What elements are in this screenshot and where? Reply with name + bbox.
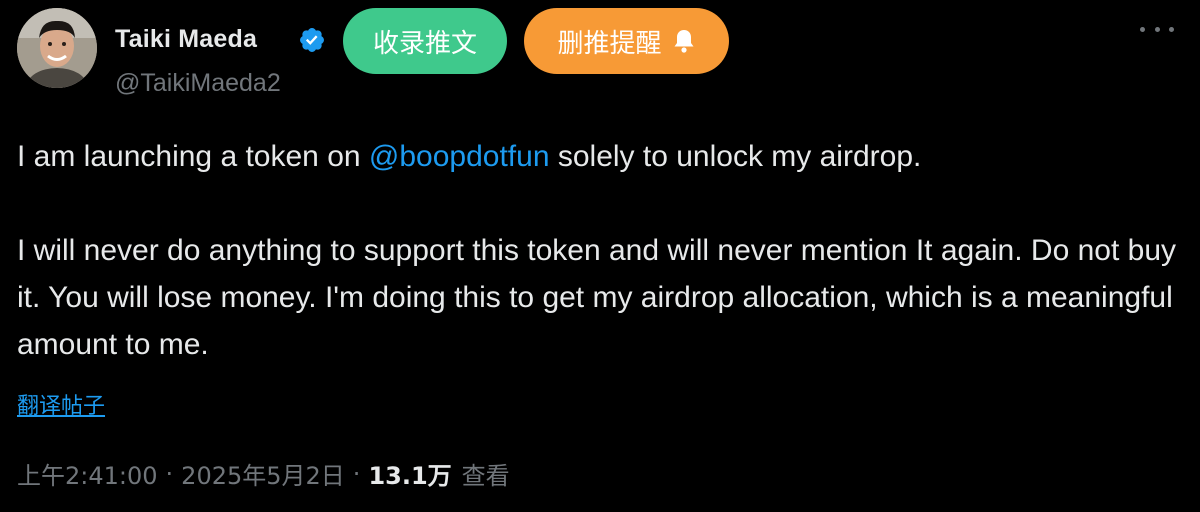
views-count[interactable]: 13.1万 [368,456,451,491]
tweet-paragraph-2: I will never do anything to support this… [17,234,1176,361]
views-label: 查看 [461,462,510,490]
bookmark-tweet-label: 收录推文 [372,28,477,59]
translate-post-link[interactable]: 翻译帖子 [17,388,105,420]
tweet-meta: 上午2:41:00 · 2025年5月2日 · 13.1万 查看 [17,456,510,491]
delete-reminder-label: 删推提醒 [557,28,662,59]
tweet-paragraph-1: I am launching a token on @boopdotfun so… [17,133,1187,180]
author-display-name[interactable]: Taiki Maeda [115,24,257,54]
author-handle[interactable]: @TaikiMaeda2 [115,68,281,98]
meta-separator: · [352,459,361,488]
avatar[interactable] [17,8,97,88]
tweet-time[interactable]: 上午2:41:00 [17,456,158,491]
tweet-text-segment: I am launching a token on [17,140,369,173]
meta-separator: · [165,459,174,488]
delete-reminder-button[interactable]: 删推提醒 [524,8,729,74]
tweet-text: I am launching a token on @boopdotfun so… [17,133,1187,368]
verified-badge-icon [300,28,324,52]
more-dots-icon[interactable] [1140,14,1174,44]
tweet-text-segment: solely to unlock my airdrop. [549,140,922,173]
bell-icon [674,30,693,53]
bookmark-tweet-button[interactable]: 收录推文 [343,8,507,74]
tweet-date[interactable]: 2025年5月2日 [181,456,345,491]
mention-link[interactable]: @boopdotfun [369,140,550,173]
avatar-image [17,8,97,88]
